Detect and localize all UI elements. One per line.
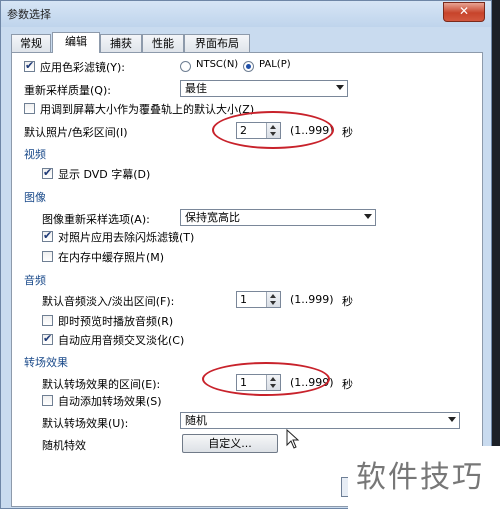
arrow-down-icon xyxy=(270,301,276,305)
watermark-text: 软件技巧 xyxy=(356,460,484,495)
transition-interval-label: 默认转场效果的区间(E): xyxy=(42,378,161,391)
tab-edit[interactable]: 编辑 xyxy=(52,32,100,53)
transition-interval-unit: 秒 xyxy=(342,378,353,391)
pal-radio[interactable] xyxy=(243,61,254,72)
color-filter-label: 应用色彩滤镜(Y): xyxy=(40,61,126,74)
audio-section-title: 音频 xyxy=(24,274,46,287)
auto-add-transition-label: 自动添加转场效果(S) xyxy=(58,395,162,408)
audio-fade-value: 1 xyxy=(240,293,247,306)
highlight-circle xyxy=(202,362,330,396)
mouse-cursor-icon xyxy=(286,429,300,449)
default-transition-value: 随机 xyxy=(185,414,207,427)
tab-performance[interactable]: 性能 xyxy=(142,34,184,52)
pal-label: PAL(P) xyxy=(259,59,291,70)
audio-fade-range: (1..999) xyxy=(290,293,334,306)
default-transition-select[interactable]: 随机 xyxy=(180,412,460,429)
default-transition-label: 默认转场效果(U): xyxy=(42,417,129,430)
ntsc-label: NTSC(N) xyxy=(196,59,239,70)
image-resample-value: 保持宽高比 xyxy=(185,211,240,224)
color-filter-checkbox[interactable] xyxy=(24,59,35,72)
watermark: 软件技巧 xyxy=(348,446,500,509)
random-effects-label: 随机特效 xyxy=(42,439,86,452)
resample-quality-label: 重新采样质量(Q): xyxy=(24,84,111,97)
edit-panel: 应用色彩滤镜(Y): NTSC(N) PAL(P) 重新采样质量(Q): 最佳 … xyxy=(11,52,483,507)
video-section-title: 视频 xyxy=(24,148,46,161)
highlight-circle xyxy=(212,111,334,149)
fit-overlay-label: 用调到屏幕大小作为覆叠轨上的默认大小(Z) xyxy=(40,103,255,116)
arrow-up-icon xyxy=(270,294,276,298)
customize-button[interactable]: 自定义... xyxy=(182,434,278,453)
auto-crossfade-checkbox[interactable] xyxy=(42,332,53,345)
transition-section-title: 转场效果 xyxy=(24,356,68,369)
instant-preview-checkbox[interactable] xyxy=(42,315,53,326)
resample-quality-select[interactable]: 最佳 xyxy=(180,80,348,97)
dvd-subtitles-checkbox[interactable] xyxy=(42,166,53,179)
audio-fade-label: 默认音频淡入/淡出区间(F): xyxy=(42,295,175,308)
title-bar[interactable]: 参数选择 ✕ xyxy=(1,1,491,27)
ntsc-radio[interactable] xyxy=(180,61,191,72)
image-resample-label: 图像重新采样选项(A): xyxy=(42,213,150,226)
preferences-dialog: 参数选择 ✕ 常规 编辑 捕获 性能 界面布局 应用色彩滤镜(Y): NTSC(… xyxy=(0,0,492,509)
tab-general[interactable]: 常规 xyxy=(11,34,51,52)
image-resample-select[interactable]: 保持宽高比 xyxy=(180,209,376,226)
auto-crossfade-label: 自动应用音频交叉淡化(C) xyxy=(58,334,185,347)
cache-photos-checkbox[interactable] xyxy=(42,251,53,262)
chevron-down-icon xyxy=(448,417,456,422)
audio-fade-unit: 秒 xyxy=(342,295,353,308)
dvd-subtitles-label: 显示 DVD 字幕(D) xyxy=(58,168,151,181)
photo-interval-unit: 秒 xyxy=(342,126,353,139)
close-button[interactable]: ✕ xyxy=(443,2,485,22)
instant-preview-label: 即时预览时播放音频(R) xyxy=(58,315,174,328)
chevron-down-icon xyxy=(336,85,344,90)
image-section-title: 图像 xyxy=(24,191,46,204)
flicker-filter-label: 对照片应用去除闪烁滤镜(T) xyxy=(58,231,195,244)
tab-layout[interactable]: 界面布局 xyxy=(184,34,250,52)
spinner-buttons[interactable] xyxy=(266,292,280,307)
audio-fade-spinner[interactable]: 1 xyxy=(236,291,281,308)
resample-quality-value: 最佳 xyxy=(185,82,207,95)
dialog-title: 参数选择 xyxy=(7,8,51,21)
photo-interval-label: 默认照片/色彩区间(I) xyxy=(24,126,128,139)
fit-overlay-checkbox[interactable] xyxy=(24,103,35,114)
tab-capture[interactable]: 捕获 xyxy=(100,34,142,52)
cache-photos-label: 在内存中缓存照片(M) xyxy=(58,251,165,264)
auto-add-transition-checkbox[interactable] xyxy=(42,395,53,406)
flicker-filter-checkbox[interactable] xyxy=(42,229,53,242)
chevron-down-icon xyxy=(364,214,372,219)
